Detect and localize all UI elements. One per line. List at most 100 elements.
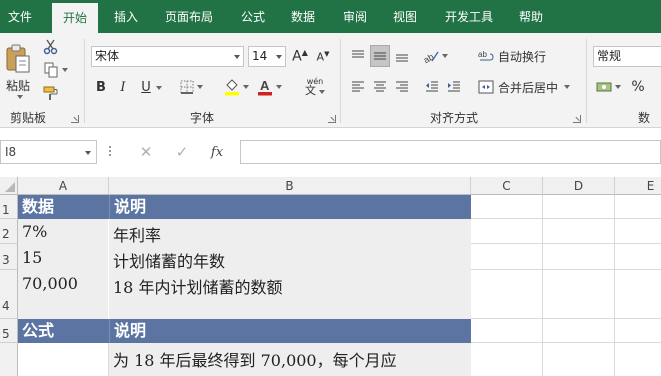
font-name-combo[interactable]: 宋体 bbox=[91, 46, 244, 67]
accounting-format-button[interactable] bbox=[594, 77, 622, 97]
column-header-e[interactable]: E bbox=[615, 177, 661, 195]
cell-a1[interactable]: 数据 bbox=[18, 195, 109, 219]
decrease-indent-icon bbox=[426, 81, 438, 92]
column-header-b[interactable]: B bbox=[109, 177, 471, 195]
number-format-combo[interactable]: 常规 bbox=[593, 46, 661, 67]
tab-file[interactable]: 文件 bbox=[4, 0, 36, 33]
group-separator bbox=[586, 39, 587, 123]
tab-page-layout[interactable]: 页面布局 bbox=[158, 0, 220, 33]
copy-button[interactable] bbox=[40, 61, 70, 79]
svg-text:A: A bbox=[260, 78, 270, 93]
cell-a5[interactable]: 公式 bbox=[18, 319, 109, 343]
top-align-button[interactable] bbox=[348, 45, 368, 67]
phonetic-button[interactable]: wén 文 bbox=[300, 75, 330, 97]
copy-dropdown-icon[interactable] bbox=[61, 68, 68, 72]
cancel-entry-button[interactable]: ✕ bbox=[136, 142, 156, 162]
cell-a3[interactable]: 15 bbox=[18, 248, 42, 267]
borders-button[interactable] bbox=[178, 77, 204, 97]
cell-b6[interactable]: 为 18 年后最终得到 70,000，每个月应 bbox=[109, 347, 397, 371]
font-launcher-icon[interactable] bbox=[328, 115, 336, 123]
tab-developer[interactable]: 开发工具 bbox=[438, 0, 500, 33]
tab-review[interactable]: 审阅 bbox=[338, 0, 372, 33]
paste-button[interactable]: 粘贴 bbox=[4, 39, 32, 103]
row-header-1[interactable]: 1 bbox=[0, 195, 18, 219]
cell-a2[interactable]: 7% bbox=[18, 222, 47, 241]
cell-b5[interactable]: 说明 bbox=[109, 319, 471, 343]
font-group-label: 字体 bbox=[190, 111, 215, 125]
decrease-indent-button[interactable] bbox=[422, 77, 442, 97]
scissors-icon bbox=[43, 39, 58, 55]
tab-view[interactable]: 视图 bbox=[388, 0, 422, 33]
cell-b3[interactable]: 计划储蓄的年数 bbox=[109, 248, 225, 272]
formula-input[interactable] bbox=[240, 140, 661, 164]
tab-home[interactable]: 开始 bbox=[52, 3, 98, 33]
phonetic-icon: 文 bbox=[305, 85, 325, 96]
format-painter-button[interactable] bbox=[40, 84, 62, 102]
fill-color-dropdown-icon[interactable] bbox=[242, 85, 249, 89]
tab-insert[interactable]: 插入 bbox=[108, 0, 144, 33]
merge-center-button[interactable]: 合并后居中 bbox=[478, 77, 578, 97]
align-right-button[interactable] bbox=[392, 77, 412, 97]
tab-data[interactable]: 数据 bbox=[286, 0, 320, 33]
wrap-text-button[interactable]: ab 自动换行 bbox=[478, 45, 554, 67]
middle-align-icon bbox=[374, 52, 386, 60]
middle-align-button[interactable] bbox=[370, 45, 390, 67]
bottom-align-button[interactable] bbox=[392, 45, 412, 67]
font-name-dropdown-icon[interactable] bbox=[234, 55, 240, 59]
formula-bar-grip-icon[interactable] bbox=[109, 144, 112, 160]
underline-button[interactable]: U bbox=[137, 77, 155, 97]
orientation-dropdown-icon[interactable] bbox=[441, 54, 448, 58]
row-header-4[interactable]: 4 bbox=[0, 270, 18, 319]
align-left-button[interactable] bbox=[348, 77, 368, 97]
font-size-dropdown-icon[interactable] bbox=[276, 55, 282, 59]
column-header-c[interactable]: C bbox=[471, 177, 543, 195]
confirm-entry-button[interactable]: ✓ bbox=[172, 142, 192, 162]
merge-center-dropdown-icon[interactable] bbox=[564, 85, 571, 89]
name-box[interactable]: I8 bbox=[0, 140, 97, 164]
insert-function-button[interactable]: fx bbox=[206, 142, 228, 162]
svg-text:ab: ab bbox=[423, 52, 435, 63]
cut-button[interactable] bbox=[40, 38, 62, 56]
orientation-button[interactable]: ab bbox=[422, 45, 448, 67]
cell-a4[interactable]: 70,000 bbox=[18, 274, 78, 293]
column-header-a[interactable]: A bbox=[18, 177, 109, 195]
paint-bucket-icon bbox=[224, 79, 239, 96]
borders-icon bbox=[180, 80, 193, 94]
fill-color-button[interactable] bbox=[222, 77, 250, 97]
clipboard-icon bbox=[6, 44, 30, 72]
row-header-6[interactable] bbox=[0, 343, 18, 376]
alignment-launcher-icon[interactable] bbox=[573, 115, 581, 123]
grow-font-button[interactable]: A▲ bbox=[291, 46, 309, 67]
tab-help[interactable]: 帮助 bbox=[514, 0, 548, 33]
row-header-3[interactable]: 3 bbox=[0, 244, 18, 270]
shrink-font-button[interactable]: A▼ bbox=[314, 46, 332, 67]
percent-button[interactable]: % bbox=[628, 77, 648, 97]
clipboard-launcher-icon[interactable] bbox=[71, 115, 79, 123]
row-header-5[interactable]: 5 bbox=[0, 319, 18, 343]
bold-button[interactable]: B bbox=[92, 77, 110, 97]
increase-indent-button[interactable] bbox=[444, 77, 464, 97]
italic-button[interactable]: I bbox=[114, 77, 132, 97]
select-all-corner[interactable] bbox=[0, 177, 18, 195]
font-size-combo[interactable]: 14 bbox=[248, 46, 286, 67]
align-center-button[interactable] bbox=[370, 77, 390, 97]
formula-bar: I8 ✕ ✓ fx bbox=[0, 128, 661, 177]
grow-font-icon: A▲ bbox=[292, 48, 308, 65]
font-color-dropdown-icon[interactable] bbox=[275, 85, 282, 89]
cell-b1[interactable]: 说明 bbox=[109, 195, 471, 219]
align-right-icon bbox=[396, 81, 408, 92]
accounting-dropdown-icon[interactable] bbox=[614, 85, 621, 89]
merge-center-label: 合并后居中 bbox=[498, 80, 559, 95]
cell-b2[interactable]: 年利率 bbox=[109, 222, 161, 246]
font-color-button[interactable]: A bbox=[255, 77, 283, 97]
paste-dropdown-icon[interactable] bbox=[16, 94, 23, 99]
column-header-d[interactable]: D bbox=[543, 177, 615, 195]
underline-dropdown-icon[interactable] bbox=[156, 86, 162, 90]
tab-formulas[interactable]: 公式 bbox=[236, 0, 270, 33]
cell-b4[interactable]: 18 年内计划储蓄的数额 bbox=[109, 274, 282, 298]
gridline bbox=[614, 195, 615, 376]
group-separator bbox=[84, 39, 85, 123]
name-box-dropdown-icon[interactable] bbox=[85, 151, 91, 155]
row-header-2[interactable]: 2 bbox=[0, 219, 18, 244]
borders-dropdown-icon[interactable] bbox=[196, 85, 203, 89]
